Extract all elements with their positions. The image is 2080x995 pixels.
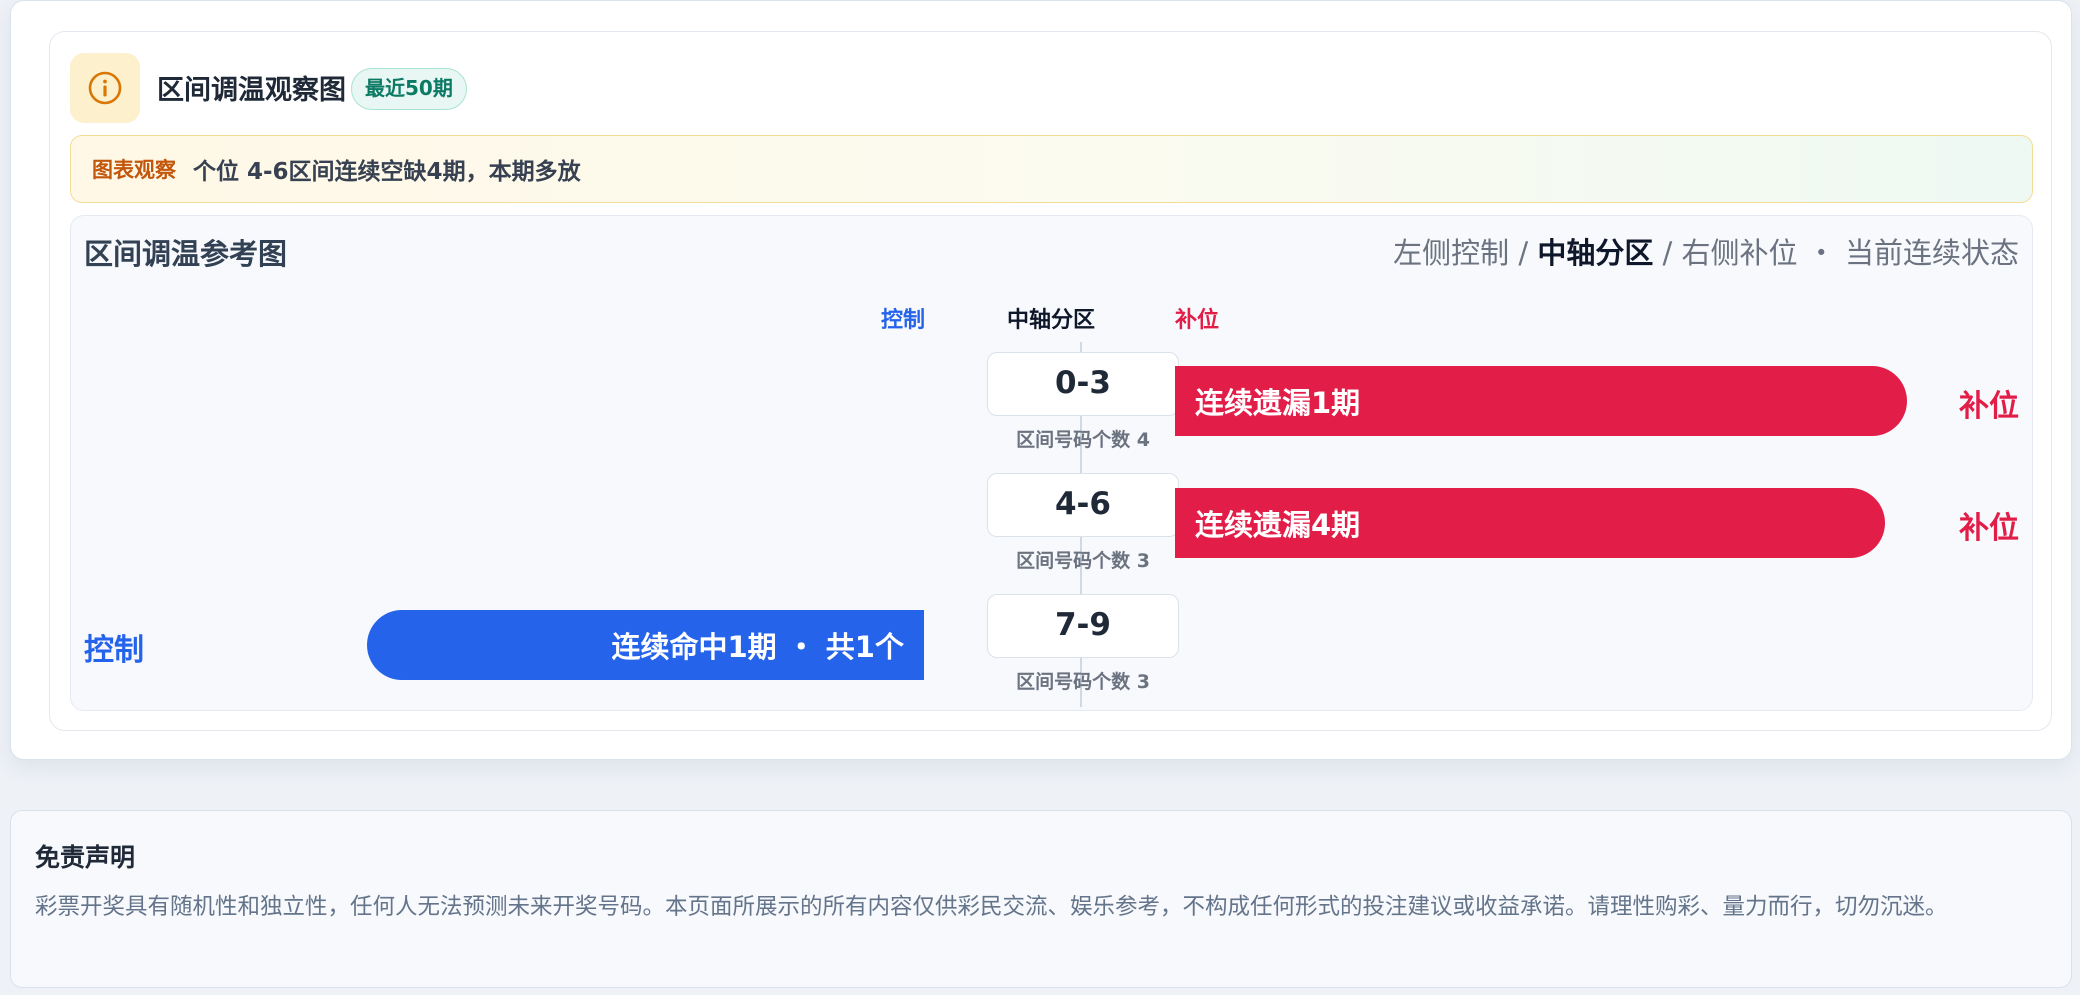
legend-left: 左侧控制 / [1393,236,1538,270]
zone-count-4-6: 区间号码个数 3 [1016,550,1150,572]
observation-banner: 图表观察 个位 4-6区间连续空缺4期，本期多放 [70,135,2033,203]
period-badge: 最近50期 [351,68,467,110]
zone-box-0-3: 0-3 [987,352,1179,416]
column-header-control: 控制 [881,308,926,333]
bar-fill-4-6: 连续遗漏4期 [1175,488,1885,558]
side-label-fill-0-3: 补位 [1959,389,2019,424]
legend-center: 中轴分区 [1537,236,1654,270]
zone-count-0-3: 区间号码个数 4 [1016,429,1150,451]
legend-right: / 右侧补位 ・ 当前连续状态 [1653,236,2019,270]
side-label-control-7-9: 控制 [84,633,144,668]
chart-container: 区间调温观察图 最近50期 图表观察 个位 4-6区间连续空缺4期，本期多放 区… [49,31,2052,731]
disclaimer-card: 免责声明 彩票开奖具有随机性和独立性，任何人无法预测未来开奖号码。本页面所展示的… [10,810,2072,988]
zone-box-4-6: 4-6 [987,473,1179,537]
info-icon [70,53,140,123]
column-header-axis: 中轴分区 [1007,308,1096,333]
column-header-fill: 补位 [1175,308,1220,333]
zone-count-7-9: 区间号码个数 3 [1016,671,1150,693]
bar-control-7-9: 连续命中1期 ・ 共1个 [367,610,924,680]
bar-fill-0-3: 连续遗漏1期 [1175,366,1907,436]
side-label-fill-4-6: 补位 [1959,511,2019,546]
observation-text: 个位 4-6区间连续空缺4期，本期多放 [193,159,581,185]
page-title: 区间调温观察图 [157,75,346,106]
reference-legend: 左侧控制 / 中轴分区 / 右侧补位 ・ 当前连续状态 [1393,230,2019,272]
observation-tag: 图表观察 [92,158,176,182]
disclaimer-title: 免责声明 [35,843,136,872]
zone-box-7-9: 7-9 [987,594,1179,658]
disclaimer-text: 彩票开奖具有随机性和独立性，任何人无法预测未来开奖号码。本页面所展示的所有内容仅… [35,894,1948,920]
reference-title: 区间调温参考图 [84,237,288,271]
zone-temperature-card: 区间调温观察图 最近50期 图表观察 个位 4-6区间连续空缺4期，本期多放 区… [10,0,2072,760]
reference-panel: 区间调温参考图 左侧控制 / 中轴分区 / 右侧补位 ・ 当前连续状态 控制 中… [70,215,2033,711]
